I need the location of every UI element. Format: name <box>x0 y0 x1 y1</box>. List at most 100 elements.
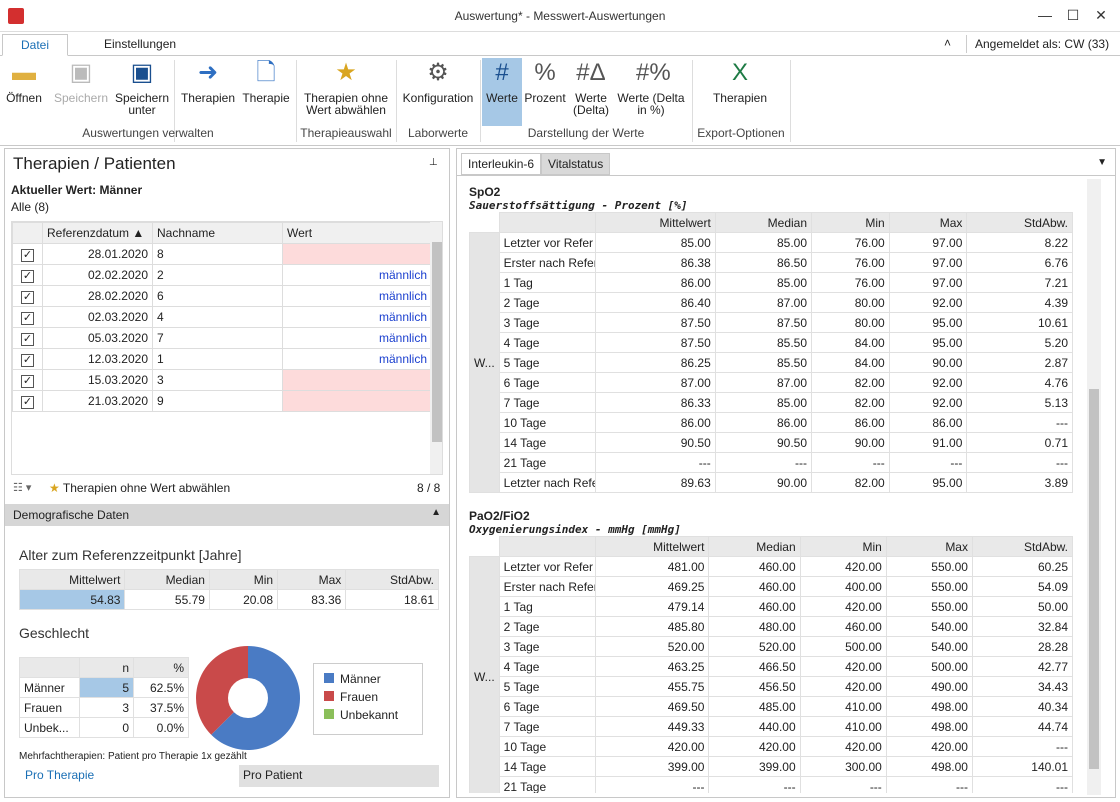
result-row: 1 Tag 86.00 85.00 76.00 97.00 7.21 <box>470 272 1073 293</box>
export-therapien-button[interactable]: X Therapien <box>700 58 780 126</box>
age-value: 54.83 <box>18 589 126 610</box>
demo-header[interactable]: Demografische Daten ▲ <box>5 504 449 526</box>
save-button[interactable]: ▣ Speichern <box>52 58 110 126</box>
tab-einstellungen[interactable]: Einstellungen <box>86 34 194 56</box>
tab-pro-patient[interactable]: Pro Patient <box>243 768 302 782</box>
result-row: 3 Tage 87.50 87.50 80.00 95.00 10.61 <box>470 312 1073 333</box>
result-col: Max <box>885 536 973 557</box>
footer-count: 8 / 8 <box>417 481 441 495</box>
right-scrollbar[interactable] <box>1087 179 1101 795</box>
chart-legend: Männer Frauen Unbekannt <box>313 663 423 735</box>
table-row[interactable]: ✓ 02.02.2020 2 männlich <box>12 264 432 286</box>
save-as-button[interactable]: ▣ Speichern unter <box>112 58 172 126</box>
left-scrollbar[interactable] <box>430 222 442 474</box>
arrow-icon: ➜ <box>197 59 219 86</box>
row-checkbox[interactable]: ✓ <box>21 311 34 325</box>
result-row: 7 Tage 86.33 85.00 82.00 92.00 5.13 <box>470 392 1073 413</box>
table-row[interactable]: ✓ 05.03.2020 7 männlich <box>12 327 432 349</box>
tab-vitalstatus[interactable]: Vitalstatus <box>541 153 611 175</box>
table-row[interactable]: ✓ 15.03.2020 3 <box>12 369 432 391</box>
section-title: SpO2 <box>469 185 501 199</box>
result-row: 6 Tage 469.50 485.00 410.00 498.00 40.34 <box>470 696 1074 717</box>
tab-dropdown-icon[interactable]: ▼ <box>1097 157 1107 168</box>
age-value: 83.36 <box>277 589 347 610</box>
therapy-table: Referenzdatum ▲ Nachname Wert ✓ 28.01.202… <box>11 221 443 475</box>
config-button[interactable]: ⚙ Konfiguration <box>400 58 476 126</box>
row-name: 2 <box>152 264 283 286</box>
result-row: 21 Tage --- --- --- --- --- <box>470 776 1074 793</box>
result-col: Min <box>811 212 890 233</box>
therapie-button[interactable]: 🗋 Therapie <box>240 58 292 126</box>
tab-pro-therapie[interactable]: Pro Therapie <box>19 765 239 787</box>
result-row: 4 Tage 87.50 85.50 84.00 95.00 5.20 <box>470 332 1073 353</box>
gender-title: Geschlecht <box>19 625 90 641</box>
row-checkbox[interactable]: ✓ <box>21 290 34 304</box>
group-export: Export-Optionen <box>697 126 785 140</box>
pin-icon[interactable]: ⊥ <box>429 157 438 168</box>
table-row[interactable]: ✓ 21.03.2020 9 <box>12 390 432 412</box>
group-auswertungen: Auswertungen verwalten <box>82 126 214 140</box>
row-checkbox[interactable]: ✓ <box>21 332 34 346</box>
row-date: 28.01.2020 <box>42 243 153 265</box>
result-row: Erster nach Refer 469.25 460.00 400.00 550.0… <box>470 576 1074 597</box>
footer-deselect-button[interactable]: ★ Therapien ohne Wert abwählen <box>49 481 230 495</box>
gender-row: Männer 5 62.5% <box>19 677 189 698</box>
result-col: Median <box>708 536 801 557</box>
gender-pie-chart <box>196 646 300 750</box>
row-checkbox[interactable]: ✓ <box>21 269 34 283</box>
table-row[interactable]: ✓ 28.01.2020 8 <box>12 243 432 265</box>
result-row: 1 Tag 479.14 460.00 420.00 550.00 50.00 <box>470 596 1074 617</box>
row-name: 7 <box>152 327 283 349</box>
therapien-button[interactable]: ➜ Therapien <box>178 58 238 126</box>
window-title: Auswertung* - Messwert-Auswertungen <box>454 9 666 23</box>
werte-button[interactable]: # Werte <box>482 58 522 126</box>
age-table: Mittelwert Median Min Max StdAbw. 54.83 55.79… <box>18 569 439 610</box>
legend-swatch <box>324 673 334 683</box>
row-value <box>282 243 432 265</box>
row-value: männlich <box>282 264 432 286</box>
section-title: PaO2/FiO2 <box>469 509 530 523</box>
prozent-button[interactable]: % Prozent <box>524 58 566 126</box>
collapse-ribbon-icon[interactable]: ˄ <box>944 36 951 50</box>
werte-delta-percent-button[interactable]: #% Werte (Delta in %) <box>614 58 688 126</box>
row-name: 6 <box>152 285 283 307</box>
maximize-button[interactable]: ☐ <box>1058 4 1088 26</box>
tab-datei[interactable]: Datei <box>2 34 69 56</box>
hash-delta-icon: #Δ <box>576 59 606 86</box>
menu-bar: Datei Einstellungen ˄ Angemeldet als: CW… <box>0 32 1120 56</box>
title-bar: Auswertung* - Messwert-Auswertungen — ☐ … <box>0 0 1120 32</box>
col-nachname[interactable]: Nachname <box>152 222 283 244</box>
close-button[interactable]: ✕ <box>1086 4 1116 26</box>
row-value: männlich <box>282 327 432 349</box>
collapse-icon[interactable]: ▲ <box>431 507 441 518</box>
row-checkbox[interactable]: ✓ <box>21 374 34 388</box>
row-name: 1 <box>152 348 283 370</box>
hash-percent-icon: #% <box>636 59 671 86</box>
col-referenzdatum[interactable]: Referenzdatum ▲ <box>42 222 153 244</box>
user-count: (33) <box>1087 37 1110 51</box>
row-checkbox[interactable]: ✓ <box>21 353 34 367</box>
view-options-icon[interactable]: ☷ ▾ <box>13 481 31 494</box>
row-name: 9 <box>152 390 283 412</box>
col-wert[interactable]: Wert <box>282 222 432 244</box>
minimize-button[interactable]: — <box>1030 4 1060 26</box>
werte-delta-button[interactable]: #Δ Werte (Delta) <box>570 58 612 126</box>
tab-interleukin[interactable]: Interleukin-6 <box>461 153 542 175</box>
result-col: Max <box>888 212 968 233</box>
save-as-icon: ▣ <box>130 59 154 86</box>
deselect-button[interactable]: ★ Therapien ohne Wert abwählen <box>300 58 392 126</box>
row-checkbox[interactable]: ✓ <box>21 395 34 409</box>
row-value: männlich <box>282 348 432 370</box>
table-row[interactable]: ✓ 12.03.2020 1 männlich <box>12 348 432 370</box>
excel-icon: X <box>731 59 748 86</box>
age-value: 20.08 <box>208 589 279 610</box>
row-name: 8 <box>152 243 283 265</box>
row-checkbox[interactable]: ✓ <box>21 248 34 262</box>
result-row: 14 Tage 399.00 399.00 300.00 498.00 140.01 <box>470 756 1074 777</box>
result-section: PaO2/FiO2 Oxygenierungsindex - mmHg [mmHg… <box>469 509 1099 793</box>
table-row[interactable]: ✓ 28.02.2020 6 männlich <box>12 285 432 307</box>
open-button[interactable]: ▬ Öffnen <box>2 58 46 126</box>
row-date: 15.03.2020 <box>42 369 153 391</box>
result-row: 5 Tage 86.25 85.50 84.00 90.00 2.87 <box>470 352 1073 373</box>
table-row[interactable]: ✓ 02.03.2020 4 männlich <box>12 306 432 328</box>
